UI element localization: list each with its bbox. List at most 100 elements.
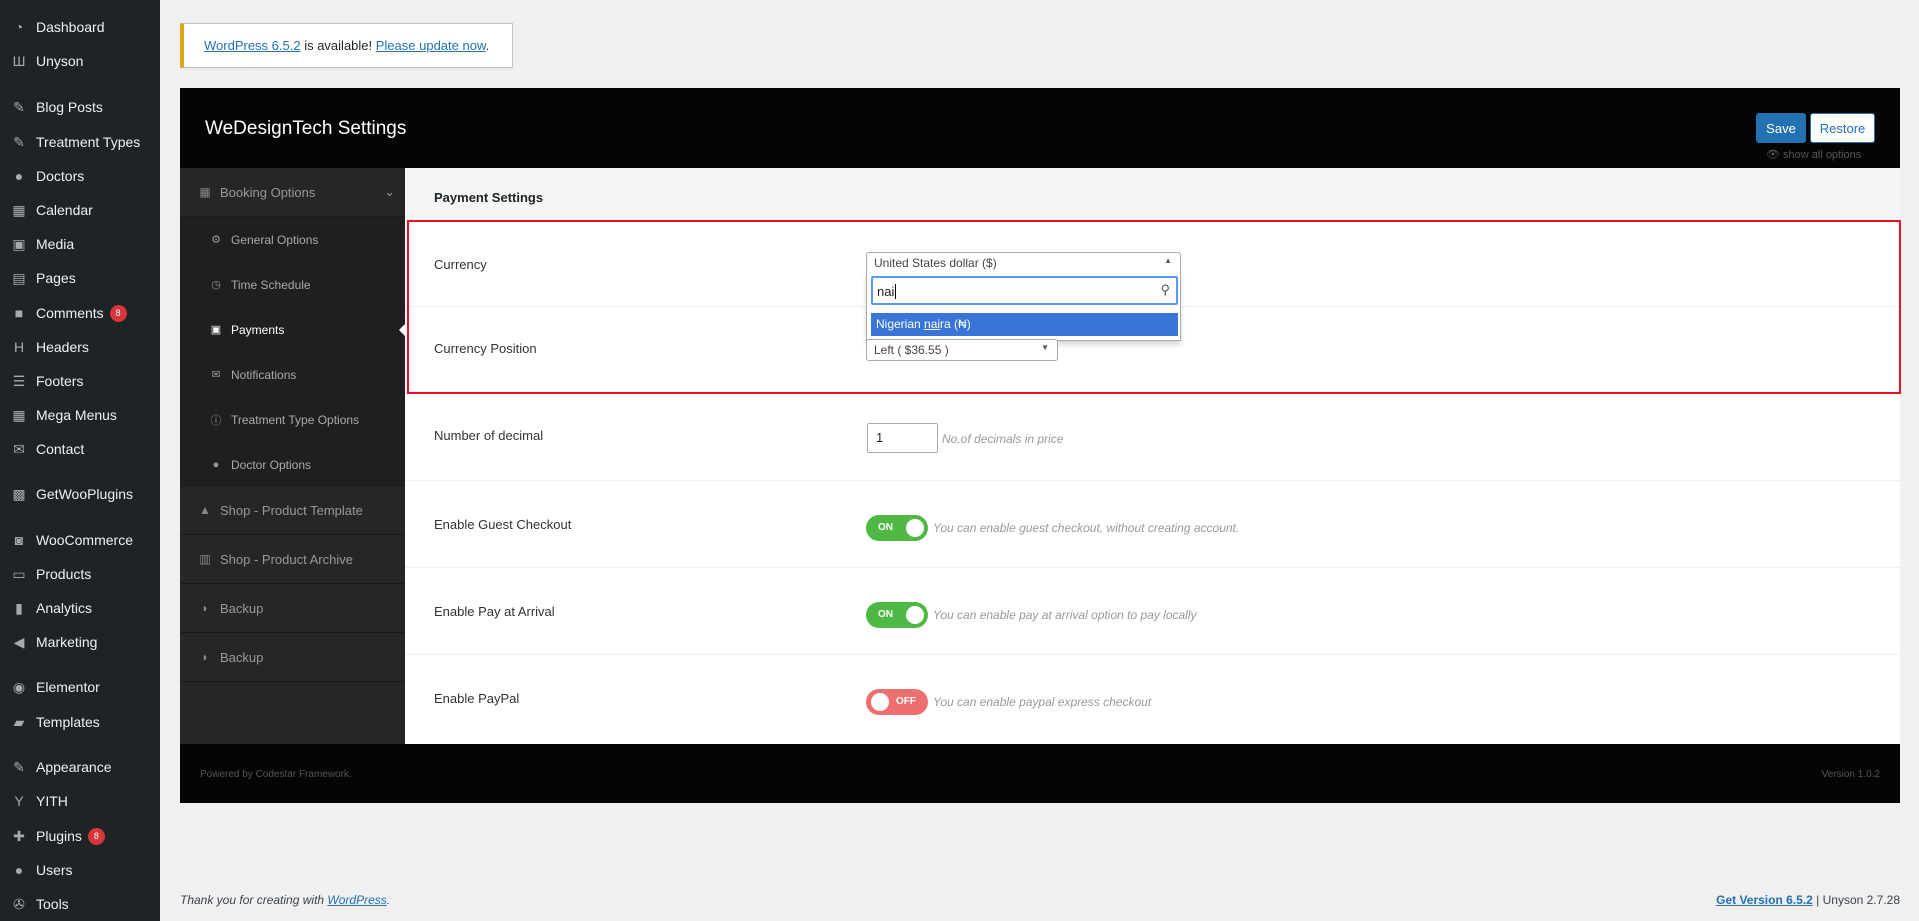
sidebar-item-dashboard[interactable]: ◔ Dashboard [0,12,160,42]
sidebar-item-comments[interactable]: ■ Comments 8 [0,298,160,328]
sidebar-item-label: Templates [36,714,100,730]
panel-footer: Powered by Codestar Framework. Version 1… [180,744,1900,803]
sidebar-item-label: Comments [36,305,104,321]
sidebar-item-appearance[interactable]: ✎ Appearance [0,752,160,782]
sidebar-item-label: Media [36,236,75,252]
user-icon: ● [14,168,24,184]
footer-version: Get Version 6.5.2 | Unyson 2.7.28 [1716,893,1900,907]
sidebar-item-calendar[interactable]: ▦ Calendar [0,195,160,225]
sidebar-item-unyson[interactable]: Ш Unyson [0,46,160,76]
wrench-icon: ✇ [13,895,25,912]
sidebar-item-analytics[interactable]: ▮ Analytics [0,593,160,623]
table-icon: ▦ [12,406,26,423]
powered-by-text: Powered by Codestar Framework. [200,769,352,780]
shield-icon: ◗ [201,650,209,664]
nav-payments[interactable]: ▣ Payments [180,307,405,352]
unyson-icon: Ш [12,53,26,69]
decimal-help: No.of decimals in price [942,432,1064,446]
sidebar-item-yith[interactable]: Y YITH [0,786,160,816]
sidebar-item-label: Calendar [36,202,93,218]
sidebar-item-label: Dashboard [36,19,105,35]
section-title: Payment Settings [405,168,1900,221]
sidebar-item-footers[interactable]: ☰ Footers [0,366,160,396]
sidebar-item-label: WooCommerce [36,532,133,548]
sidebar-item-label: Headers [36,339,89,355]
nav-treatment-type-options[interactable]: ⓘ Treatment Type Options [180,397,405,442]
yith-icon: Y [14,793,24,809]
pin-icon: ✎ [13,133,25,150]
nav-shop-product-template[interactable]: ▲ Shop - Product Template [180,486,405,535]
sidebar-item-users[interactable]: ● Users [0,855,160,885]
brush-icon: ✎ [13,758,25,775]
nav-shop-product-archive[interactable]: ▥ Shop - Product Archive [180,535,405,584]
clock-icon: ◷ [211,279,221,291]
paypal-help: You can enable paypal express checkout [933,695,1152,709]
sidebar-item-label: Analytics [36,600,93,616]
sidebar-item-blog-posts[interactable]: ✎ Blog Posts [0,92,160,122]
chevron-down-icon: ⌄ [384,184,395,199]
sidebar-item-templates[interactable]: ▰ Templates [0,707,160,737]
paypal-toggle[interactable]: OFF [866,689,928,715]
wordpress-link[interactable]: WordPress [327,893,386,907]
megaphone-icon: ◀ [13,633,25,650]
woocommerce-icon: ◙ [14,532,24,548]
money-icon: ▣ [210,324,222,336]
nav-doctor-options[interactable]: ● Doctor Options [180,442,405,487]
sidebar-item-marketing[interactable]: ◀ Marketing [0,627,160,657]
sidebar-item-woocommerce[interactable]: ◙ WooCommerce [0,525,160,555]
sidebar-item-label: Marketing [36,634,98,650]
elementor-icon: ◉ [12,678,26,695]
nav-booking-options[interactable]: ▦ Booking Options ⌄ [180,168,405,217]
sidebar-item-label: Users [36,862,73,878]
dashboard-icon: ◔ [14,19,24,35]
gear-icon: ⚙ [211,234,221,246]
sidebar-item-label: Mega Menus [36,407,117,423]
sidebar-item-label: GetWooPlugins [36,486,134,502]
nav-notifications[interactable]: ✉ Notifications [180,352,405,397]
highlight-box [407,220,1901,394]
pay-at-arrival-label: Enable Pay at Arrival [434,604,555,619]
wordpress-version-link[interactable]: WordPress 6.5.2 [204,38,301,53]
sidebar-item-treatment-types[interactable]: ✎ Treatment Types [0,127,160,157]
decimal-input[interactable]: 1 [867,423,938,453]
user-icon: ● [212,458,220,471]
pay-at-arrival-toggle[interactable]: ON [866,602,928,628]
sidebar-item-tools[interactable]: ✇ Tools [0,889,160,919]
save-button[interactable]: Save [1756,113,1806,143]
bar-chart-icon: ▮ [15,599,23,616]
decimal-row: Number of decimal [405,394,1900,481]
sidebar-item-label: Products [36,566,92,582]
sidebar-item-mega-menus[interactable]: ▦ Mega Menus [0,400,160,430]
sidebar-item-headers[interactable]: H Headers [0,332,160,362]
paypal-row: Enable PayPal [405,655,1900,744]
get-version-link[interactable]: Get Version 6.5.2 [1716,893,1813,907]
folder-icon: ▰ [13,713,25,730]
sidebar-item-products[interactable]: ▭ Products [0,559,160,589]
update-now-link[interactable]: Please update now [376,38,486,53]
guest-checkout-toggle[interactable]: ON [866,515,928,541]
panel-header: WeDesignTech Settings Save Restore 👁 sho… [180,88,1900,168]
sidebar-item-label: Plugins [36,828,82,844]
sidebar-item-media[interactable]: ▣ Media [0,229,160,259]
plugins-count-badge: 8 [87,827,105,845]
sidebar-item-contact[interactable]: ✉ Contact [0,434,160,464]
paypal-label: Enable PayPal [434,691,520,706]
sidebar-item-doctors[interactable]: ● Doctors [0,161,160,191]
sidebar-item-plugins[interactable]: ✚ Plugins 8 [0,821,160,851]
show-all-options-link[interactable]: 👁 show all options [1766,148,1861,161]
sidebar-item-label: Contact [36,441,85,457]
nav-time-schedule[interactable]: ◷ Time Schedule [180,262,405,307]
nav-general-options[interactable]: ⚙ General Options [180,217,405,262]
sidebar-item-pages[interactable]: ▤ Pages [0,263,160,293]
sidebar-item-label: Tools [36,896,69,912]
nav-backup[interactable]: ◗ Backup [180,633,405,682]
nav-backup[interactable]: ◗ Backup [180,584,405,633]
sidebar-item-label: Blog Posts [36,99,103,115]
restore-button[interactable]: Restore [1810,113,1875,143]
sidebar-item-getwooplugins[interactable]: ▩ GetWooPlugins [0,479,160,509]
version-text: Version 1.0.2 [1821,769,1880,780]
sidebar-item-elementor[interactable]: ◉ Elementor [0,672,160,702]
plugins-grid-icon: ▩ [12,485,26,502]
envelope-icon: ✉ [211,369,221,381]
decimal-label: Number of decimal [434,428,544,443]
